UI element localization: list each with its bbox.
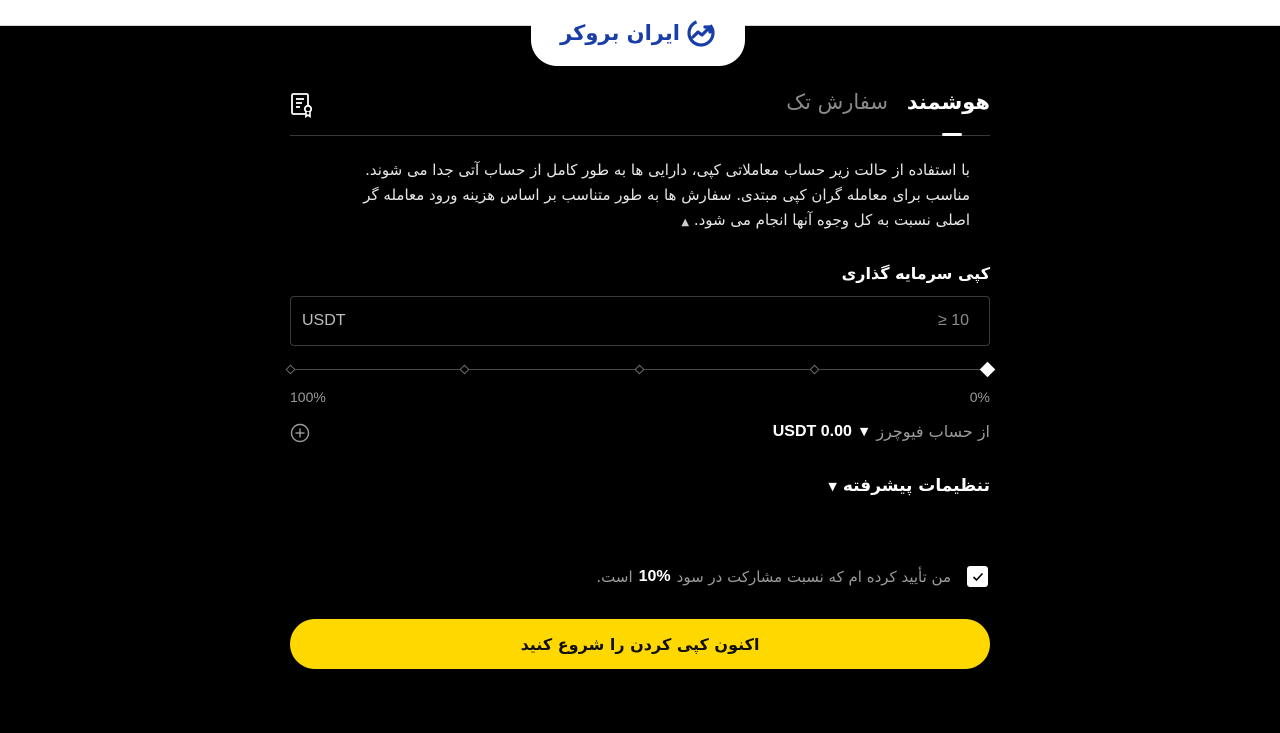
description-text: اصلی نسبت به کل وجوه آنها انجام می شود. xyxy=(693,211,970,229)
add-funds-icon[interactable] xyxy=(290,423,310,443)
check-icon xyxy=(972,572,983,581)
confirm-text-before: من تأیید کرده ام که نسبت مشارکت در سود xyxy=(676,567,951,586)
investment-input[interactable] xyxy=(849,312,969,330)
confirm-text: من تأیید کرده ام که نسبت مشارکت در سود 1… xyxy=(596,568,951,586)
start-copying-button[interactable]: اکنون کپی کردن را شروع کنید xyxy=(290,619,990,669)
collapse-caret-icon[interactable]: ▲ xyxy=(681,217,689,228)
chevron-down-icon[interactable]: ▼ xyxy=(860,425,868,438)
confirm-text-after: است. xyxy=(596,567,633,586)
copy-trade-panel: هوشمند سفارش تک با استفاده از حالت زیر ح… xyxy=(285,78,996,669)
description-line: با استفاده از حالت زیر حساب معاملاتی کپی… xyxy=(365,161,970,179)
description-line: اصلی نسبت به کل وجوه آنها انجام می شود. … xyxy=(290,208,970,235)
account-label: از حساب فیوچرز xyxy=(876,422,990,441)
description-line: مناسب برای معامله گران کپی مبتدی. سفارش … xyxy=(363,186,970,204)
advanced-settings-toggle[interactable]: تنظیمات پیشرفته ▼ xyxy=(828,476,990,496)
investment-amount-field[interactable]: USDT xyxy=(290,296,990,346)
advanced-settings-label: تنظیمات پیشرفته xyxy=(842,476,990,496)
slider-max-label: 100% xyxy=(290,389,326,405)
profit-share-percent: 10% xyxy=(638,567,671,585)
currency-unit: USDT xyxy=(302,312,346,329)
confirm-checkbox[interactable] xyxy=(967,566,988,587)
mode-description: با استفاده از حالت زیر حساب معاملاتی کپی… xyxy=(290,158,970,235)
document-certificate-icon[interactable] xyxy=(290,92,314,118)
confirm-row: من تأیید کرده ام که نسبت مشارکت در سود 1… xyxy=(290,566,990,587)
investment-slider[interactable] xyxy=(285,361,996,378)
futures-account-selector[interactable]: از حساب فیوچرز ▼ 0.00 USDT xyxy=(773,422,990,441)
trend-logo-icon xyxy=(687,19,715,47)
investment-label: کپی سرمایه گذاری xyxy=(841,264,990,283)
logo-text: ایران بروکر xyxy=(560,21,680,45)
mode-tabs: هوشمند سفارش تک xyxy=(290,78,990,136)
tab-smart[interactable]: هوشمند xyxy=(907,90,990,114)
chevron-down-icon: ▼ xyxy=(828,479,837,493)
active-tab-indicator xyxy=(942,133,962,136)
slider-step-mark[interactable] xyxy=(459,364,470,375)
slider-step-mark[interactable] xyxy=(634,364,645,375)
slider-handle[interactable] xyxy=(979,361,996,378)
tab-single-order[interactable]: سفارش تک xyxy=(786,90,888,114)
brand-logo[interactable]: ایران بروکر xyxy=(531,0,745,66)
balance-row: از حساب فیوچرز ▼ 0.00 USDT xyxy=(290,422,990,444)
slider-step-mark[interactable] xyxy=(809,364,820,375)
slider-step-mark[interactable] xyxy=(285,364,296,375)
balance-value: 0.00 USDT xyxy=(772,422,852,440)
slider-min-label: 0% xyxy=(969,389,990,405)
